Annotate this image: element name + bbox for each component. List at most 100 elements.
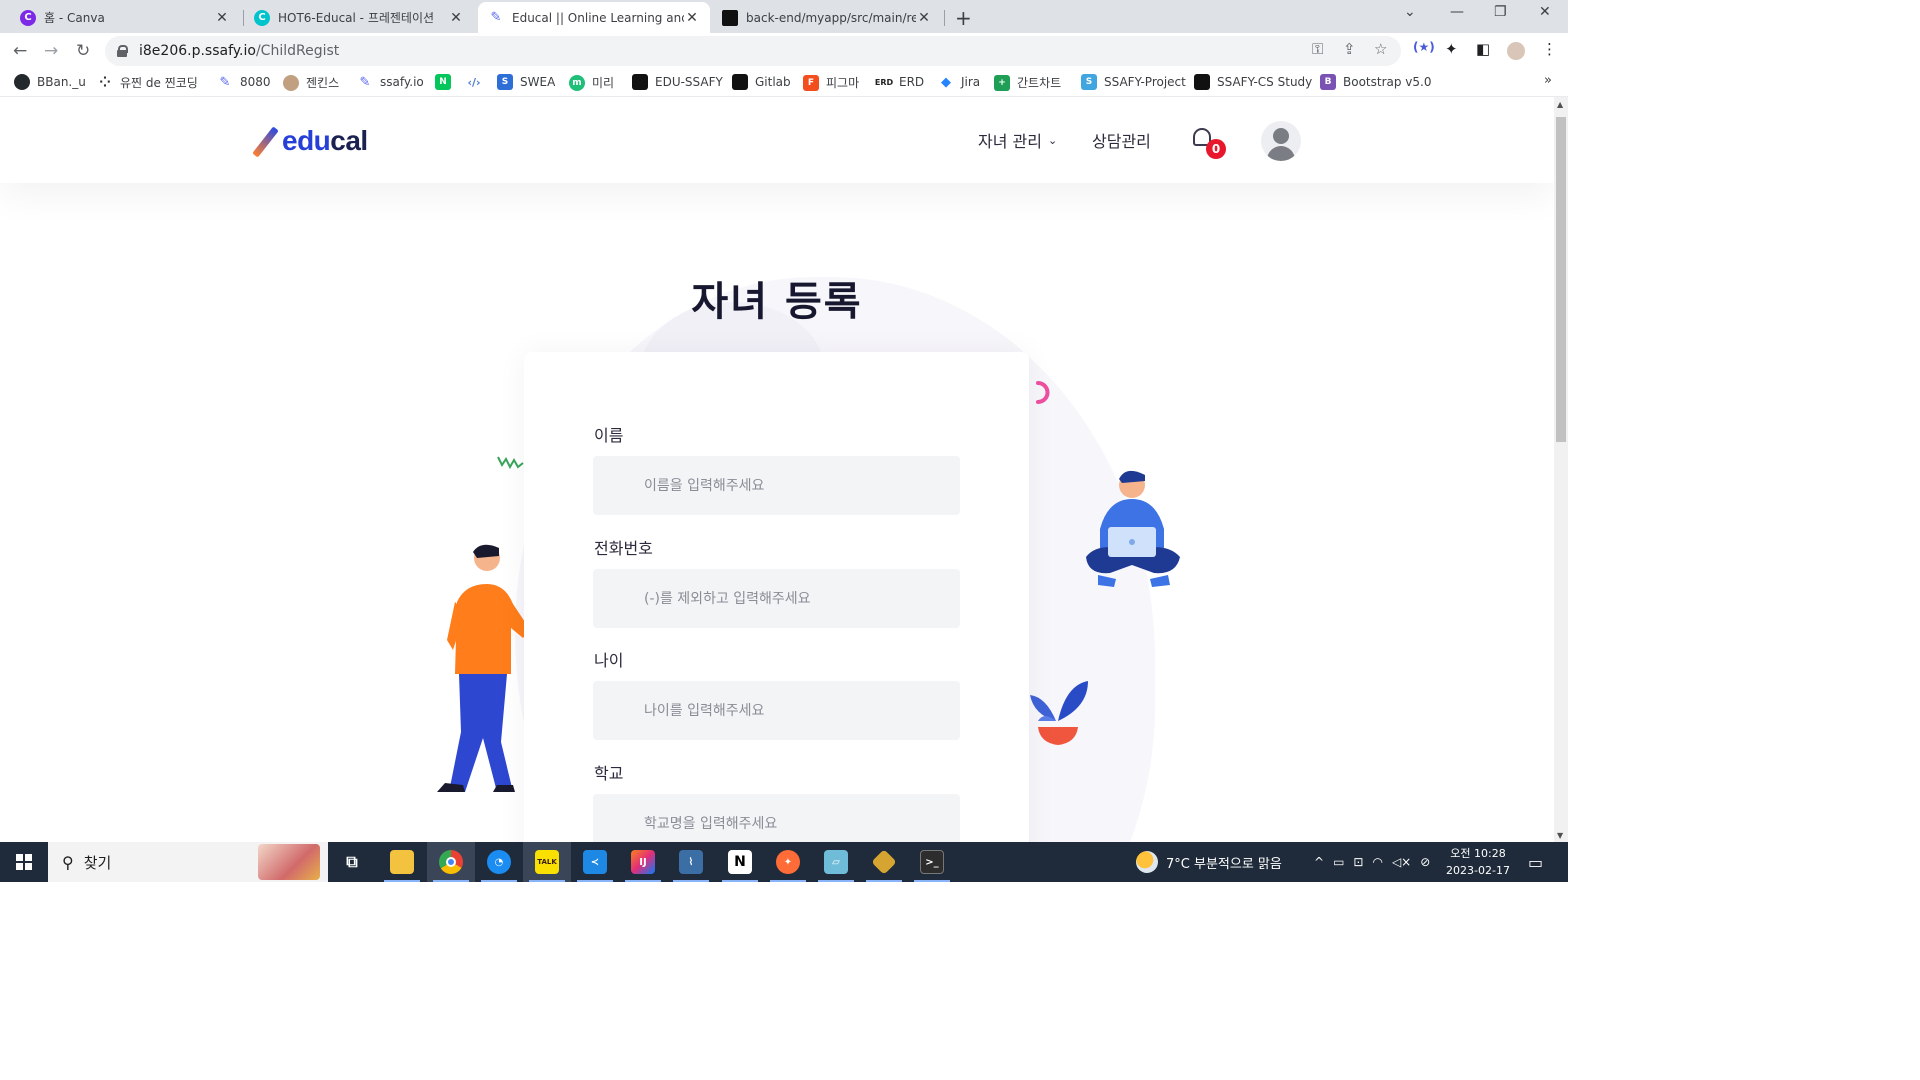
vscode-icon[interactable]: ≺ [571,842,619,882]
scrollbar-thumb[interactable] [1556,117,1566,442]
close-tab-icon[interactable]: ✕ [214,10,230,26]
scroll-down-icon[interactable]: ▼ [1557,831,1563,840]
menu-kebab-icon[interactable]: ⋮ [1542,40,1557,58]
bookmark-item[interactable]: 젠킨스 [283,74,339,91]
bookmark-item[interactable]: ✎ ssafy.io [357,74,424,90]
postman-icon[interactable]: ✦ [764,842,812,882]
meet-icon[interactable]: ⊡ [1353,855,1363,869]
browser-toolbar: ← → ↻ i8e206.p.ssafy.io/ChildRegist ⚿ ⇪ … [0,33,1568,69]
back-icon[interactable]: ← [13,41,27,61]
nav-children-menu[interactable]: 자녀 관리 ⌄ [978,128,1057,152]
bookmark-item[interactable]: ⁘ 유찐 de 찐코딩 [97,74,198,91]
kakaotalk-icon[interactable]: TALK [523,842,571,882]
url-domain: i8e206.p.ssafy.io [139,43,256,59]
bookmark-item[interactable]: Gitlab [732,74,791,90]
tab-educal[interactable]: ✎ Educal || Online Learning and E ✕ [478,2,710,33]
tab-search-icon[interactable]: ⌄ [1404,4,1416,20]
puzzle-extensions-icon[interactable]: ✦ [1445,40,1458,58]
bookmark-item[interactable]: + 간트차트 [994,74,1061,91]
clock-date: 2023-02-17 [1446,864,1510,877]
key-icon[interactable]: ⚿ [1312,40,1323,58]
educal-logo[interactable]: educal [250,125,368,158]
dnd-icon[interactable]: ⊘ [1420,855,1430,869]
bookmark-item[interactable]: ‹/› [466,74,489,90]
age-field[interactable] [593,681,960,740]
swea-icon: S [497,74,513,90]
clock-app-icon[interactable]: ◔ [475,842,523,882]
forward-icon[interactable]: → [44,41,58,61]
scroll-up-icon[interactable]: ▲ [1557,100,1563,109]
notion-icon[interactable]: N [716,842,764,882]
taskbar-search[interactable]: ⚲ 찾기 [48,842,328,882]
bookmark-item[interactable]: BBan._u [14,74,86,90]
git-icon[interactable] [860,842,908,882]
weather-icon [1136,851,1158,873]
tab-title: HOT6-Educal - 프레젠테이션 [278,11,435,25]
weather-widget[interactable]: 7°C 부분적으로 맑음 [1136,842,1282,882]
profile-avatar[interactable] [1507,42,1525,60]
restore-icon[interactable]: ❐ [1494,4,1507,20]
new-tab-button[interactable]: + [955,6,972,30]
phone-field[interactable] [593,569,960,628]
canva-icon: C [254,9,270,26]
chrome-icon[interactable] [427,842,475,882]
bookmarks-bar: BBan._u ⁘ 유찐 de 찐코딩 ✎ 8080 젠킨스 ✎ ssafy.io N… [0,69,1568,97]
bookmark-item[interactable]: N [435,74,458,90]
close-tab-icon[interactable]: ✕ [916,10,932,26]
close-tab-icon[interactable]: ✕ [684,10,700,26]
bookmark-label: ERD [899,75,925,89]
bookmark-item[interactable]: m 미리 [569,74,614,91]
volume-muted-icon[interactable]: ◁× [1392,855,1411,869]
bookmark-item[interactable]: EDU-SSAFY [632,74,723,90]
bookmark-item[interactable]: S SSAFY-Project [1081,74,1186,90]
name-field[interactable] [593,456,960,515]
tab-gitlab[interactable]: back-end/myapp/src/main/reso ✕ [712,2,942,33]
notes-icon[interactable]: ▱ [812,842,860,882]
code-icon: ‹/› [467,75,481,89]
pencil-icon: ✎ [219,74,231,90]
close-window-icon[interactable]: ✕ [1539,4,1551,20]
school-field[interactable] [593,794,960,842]
tab-canva-presentation[interactable]: C HOT6-Educal - 프레젠테이션 ✕ [244,2,474,33]
battery-icon[interactable]: ▭ [1333,855,1344,869]
taskbar-clock[interactable]: 오전 10:28 2023-02-17 [1440,845,1516,879]
chevron-up-icon[interactable]: ^ [1314,855,1324,869]
page-scrollbar[interactable]: ▲ ▼ [1554,97,1568,842]
start-button[interactable] [0,842,48,882]
mysql-workbench-icon[interactable]: ⌇ [667,842,715,882]
notification-center-icon[interactable]: ▭ [1528,842,1543,882]
close-tab-icon[interactable]: ✕ [448,10,464,26]
plant-illustration [1030,681,1088,745]
ssafy-icon: S [1081,74,1097,90]
user-avatar-button[interactable] [1261,121,1301,161]
bookmark-item[interactable]: F 피그마 [803,74,859,91]
more-bookmarks-icon[interactable]: » [1544,73,1552,88]
file-explorer-icon[interactable] [378,842,426,882]
tab-canva-home[interactable]: C 홈 - Canva ✕ [10,2,240,33]
terminal-icon[interactable]: >_ [908,842,956,882]
windows-taskbar: ⚲ 찾기 ⧉ ◔ TALK ≺ IJ ⌇ N ✦ ▱ >_ 7°C 부분적으로 … [0,842,1568,882]
task-view-icon[interactable]: ⧉ [328,842,376,882]
bookmark-item[interactable]: B Bootstrap v5.0 [1320,74,1431,90]
share-icon[interactable]: ⇪ [1343,40,1356,58]
bookmark-item[interactable]: SSAFY-CS Study [1194,74,1312,90]
nav-counsel[interactable]: 상담관리 [1092,128,1151,152]
bookmark-label: 유찐 de 찐코딩 [120,76,198,90]
extension-icon[interactable]: (★) [1413,40,1435,54]
notification-bell[interactable]: 0 [1190,125,1226,159]
bookmark-item[interactable]: ERD ERD [875,74,925,90]
bookmark-item[interactable]: ◆ Jira [938,74,980,90]
lock-icon[interactable] [117,45,128,57]
tab-title: 홈 - Canva [44,11,105,25]
minimize-icon[interactable]: — [1450,4,1464,20]
wifi-icon[interactable]: ◠ [1372,855,1382,869]
github-icon [14,74,30,90]
bookmark-item[interactable]: S SWEA [497,74,555,90]
address-bar[interactable]: i8e206.p.ssafy.io/ChildRegist [105,36,1401,66]
bookmark-star-icon[interactable]: ☆ [1374,40,1387,58]
side-panel-icon[interactable]: ◧ [1476,40,1490,58]
reload-icon[interactable]: ↻ [76,41,90,61]
bookmark-item[interactable]: ✎ 8080 [217,74,271,90]
intellij-icon[interactable]: IJ [619,842,667,882]
bookmark-label: 피그마 [826,76,860,90]
